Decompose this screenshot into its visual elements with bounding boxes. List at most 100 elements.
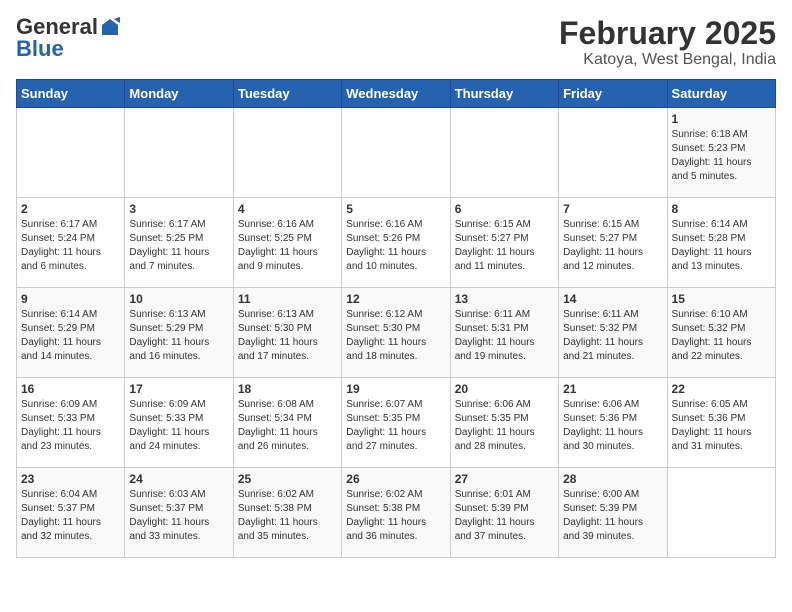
- day-number: 21: [563, 382, 662, 396]
- day-header: Sunday: [17, 80, 125, 108]
- day-info: Sunrise: 6:09 AM Sunset: 5:33 PM Dayligh…: [21, 398, 120, 454]
- calendar-week-row: 1Sunrise: 6:18 AM Sunset: 5:23 PM Daylig…: [17, 108, 776, 198]
- calendar-week-row: 16 Sunrise: 6:09 AM Sunset: 5:33 PM Dayli…: [17, 378, 776, 468]
- day-info: Sunrise: 6:12 AM Sunset: 5:30 PM Dayligh…: [346, 308, 445, 364]
- day-number: 16: [21, 382, 120, 396]
- day-number: 5: [346, 202, 445, 216]
- day-info: Sunrise: 6:08 AM Sunset: 5:34 PM Dayligh…: [238, 398, 337, 454]
- calendar-day-cell: 25 Sunrise: 6:02 AM Sunset: 5:38 PM Dayli…: [233, 468, 341, 558]
- day-info: Sunrise: 6:15 AM Sunset: 5:27 PM Dayligh…: [563, 218, 662, 274]
- day-header: Saturday: [667, 80, 775, 108]
- calendar-day-cell: 16 Sunrise: 6:09 AM Sunset: 5:33 PM Dayli…: [17, 378, 125, 468]
- day-info: Sunrise: 6:17 AM Sunset: 5:24 PM Dayligh…: [21, 218, 120, 274]
- day-number: 19: [346, 382, 445, 396]
- calendar-day-cell: 11 Sunrise: 6:13 AM Sunset: 5:30 PM Dayli…: [233, 288, 341, 378]
- day-info: Sunrise: 6:09 AM Sunset: 5:33 PM Dayligh…: [129, 398, 228, 454]
- day-number: 17: [129, 382, 228, 396]
- day-info: Sunrise: 6:11 AM Sunset: 5:32 PM Dayligh…: [563, 308, 662, 364]
- calendar-day-cell: 9Sunrise: 6:14 AM Sunset: 5:29 PM Daylig…: [17, 288, 125, 378]
- day-number: 7: [563, 202, 662, 216]
- day-info: Sunrise: 6:14 AM Sunset: 5:28 PM Dayligh…: [672, 218, 771, 274]
- header: General Blue February 2025 Katoya, West …: [16, 16, 776, 69]
- day-info: Sunrise: 6:06 AM Sunset: 5:36 PM Dayligh…: [563, 398, 662, 454]
- calendar-day-cell: 12Sunrise: 6:12 AM Sunset: 5:30 PM Dayli…: [342, 288, 450, 378]
- day-info: Sunrise: 6:00 AM Sunset: 5:39 PM Dayligh…: [563, 488, 662, 544]
- day-info: Sunrise: 6:15 AM Sunset: 5:27 PM Dayligh…: [455, 218, 554, 274]
- calendar-day-cell: [342, 108, 450, 198]
- calendar-week-row: 23 Sunrise: 6:04 AM Sunset: 5:37 PM Dayli…: [17, 468, 776, 558]
- day-info: Sunrise: 6:06 AM Sunset: 5:35 PM Dayligh…: [455, 398, 554, 454]
- calendar-week-row: 2 Sunrise: 6:17 AM Sunset: 5:24 PM Daylig…: [17, 198, 776, 288]
- calendar-day-cell: 18 Sunrise: 6:08 AM Sunset: 5:34 PM Dayli…: [233, 378, 341, 468]
- day-info: Sunrise: 6:14 AM Sunset: 5:29 PM Dayligh…: [21, 308, 120, 364]
- calendar-day-cell: 10 Sunrise: 6:13 AM Sunset: 5:29 PM Dayli…: [125, 288, 233, 378]
- calendar-day-cell: 13Sunrise: 6:11 AM Sunset: 5:31 PM Dayli…: [450, 288, 558, 378]
- calendar-day-cell: [559, 108, 667, 198]
- day-info: Sunrise: 6:04 AM Sunset: 5:37 PM Dayligh…: [21, 488, 120, 544]
- day-info: Sunrise: 6:02 AM Sunset: 5:38 PM Dayligh…: [346, 488, 445, 544]
- day-info: Sunrise: 6:01 AM Sunset: 5:39 PM Dayligh…: [455, 488, 554, 544]
- calendar-day-cell: 1Sunrise: 6:18 AM Sunset: 5:23 PM Daylig…: [667, 108, 775, 198]
- day-info: Sunrise: 6:03 AM Sunset: 5:37 PM Dayligh…: [129, 488, 228, 544]
- calendar-week-row: 9Sunrise: 6:14 AM Sunset: 5:29 PM Daylig…: [17, 288, 776, 378]
- calendar-table: SundayMondayTuesdayWednesdayThursdayFrid…: [16, 79, 776, 558]
- day-number: 6: [455, 202, 554, 216]
- day-info: Sunrise: 6:16 AM Sunset: 5:26 PM Dayligh…: [346, 218, 445, 274]
- calendar-day-cell: 4 Sunrise: 6:16 AM Sunset: 5:25 PM Daylig…: [233, 198, 341, 288]
- calendar-day-cell: 15 Sunrise: 6:10 AM Sunset: 5:32 PM Dayli…: [667, 288, 775, 378]
- calendar-day-cell: 27 Sunrise: 6:01 AM Sunset: 5:39 PM Dayli…: [450, 468, 558, 558]
- calendar-day-cell: 21 Sunrise: 6:06 AM Sunset: 5:36 PM Dayli…: [559, 378, 667, 468]
- day-header: Friday: [559, 80, 667, 108]
- day-number: 23: [21, 472, 120, 486]
- day-header: Wednesday: [342, 80, 450, 108]
- calendar-day-cell: [233, 108, 341, 198]
- calendar-day-cell: 3 Sunrise: 6:17 AM Sunset: 5:25 PM Daylig…: [125, 198, 233, 288]
- calendar-subtitle: Katoya, West Bengal, India: [559, 51, 776, 69]
- logo-icon: [100, 17, 120, 37]
- calendar-day-cell: 6 Sunrise: 6:15 AM Sunset: 5:27 PM Daylig…: [450, 198, 558, 288]
- calendar-day-cell: 22Sunrise: 6:05 AM Sunset: 5:36 PM Dayli…: [667, 378, 775, 468]
- day-number: 4: [238, 202, 337, 216]
- calendar-day-cell: 7 Sunrise: 6:15 AM Sunset: 5:27 PM Daylig…: [559, 198, 667, 288]
- day-header: Thursday: [450, 80, 558, 108]
- day-info: Sunrise: 6:16 AM Sunset: 5:25 PM Dayligh…: [238, 218, 337, 274]
- day-header: Tuesday: [233, 80, 341, 108]
- day-number: 25: [238, 472, 337, 486]
- day-number: 27: [455, 472, 554, 486]
- day-number: 8: [672, 202, 771, 216]
- calendar-day-cell: 2 Sunrise: 6:17 AM Sunset: 5:24 PM Daylig…: [17, 198, 125, 288]
- calendar-day-cell: [125, 108, 233, 198]
- calendar-day-cell: 28Sunrise: 6:00 AM Sunset: 5:39 PM Dayli…: [559, 468, 667, 558]
- calendar-day-cell: 14 Sunrise: 6:11 AM Sunset: 5:32 PM Dayli…: [559, 288, 667, 378]
- calendar-day-cell: 8 Sunrise: 6:14 AM Sunset: 5:28 PM Daylig…: [667, 198, 775, 288]
- day-info: Sunrise: 6:02 AM Sunset: 5:38 PM Dayligh…: [238, 488, 337, 544]
- calendar-title: February 2025: [559, 16, 776, 51]
- calendar-day-cell: 17 Sunrise: 6:09 AM Sunset: 5:33 PM Dayli…: [125, 378, 233, 468]
- calendar-day-cell: [17, 108, 125, 198]
- day-number: 3: [129, 202, 228, 216]
- calendar-day-cell: 23 Sunrise: 6:04 AM Sunset: 5:37 PM Dayli…: [17, 468, 125, 558]
- day-info: Sunrise: 6:05 AM Sunset: 5:36 PM Dayligh…: [672, 398, 771, 454]
- calendar-header-row: SundayMondayTuesdayWednesdayThursdayFrid…: [17, 80, 776, 108]
- day-number: 14: [563, 292, 662, 306]
- calendar-day-cell: 20 Sunrise: 6:06 AM Sunset: 5:35 PM Dayli…: [450, 378, 558, 468]
- day-number: 11: [238, 292, 337, 306]
- day-number: 15: [672, 292, 771, 306]
- day-info: Sunrise: 6:10 AM Sunset: 5:32 PM Dayligh…: [672, 308, 771, 364]
- day-info: Sunrise: 6:07 AM Sunset: 5:35 PM Dayligh…: [346, 398, 445, 454]
- day-info: Sunrise: 6:11 AM Sunset: 5:31 PM Dayligh…: [455, 308, 554, 364]
- day-number: 2: [21, 202, 120, 216]
- day-number: 18: [238, 382, 337, 396]
- day-number: 10: [129, 292, 228, 306]
- calendar-day-cell: 24Sunrise: 6:03 AM Sunset: 5:37 PM Dayli…: [125, 468, 233, 558]
- logo-general: General: [16, 16, 98, 38]
- day-info: Sunrise: 6:13 AM Sunset: 5:30 PM Dayligh…: [238, 308, 337, 364]
- day-header: Monday: [125, 80, 233, 108]
- day-number: 20: [455, 382, 554, 396]
- calendar-day-cell: 19 Sunrise: 6:07 AM Sunset: 5:35 PM Dayli…: [342, 378, 450, 468]
- day-info: Sunrise: 6:13 AM Sunset: 5:29 PM Dayligh…: [129, 308, 228, 364]
- logo: General Blue: [16, 16, 120, 60]
- day-info: Sunrise: 6:18 AM Sunset: 5:23 PM Dayligh…: [672, 128, 771, 184]
- calendar-day-cell: [450, 108, 558, 198]
- day-info: Sunrise: 6:17 AM Sunset: 5:25 PM Dayligh…: [129, 218, 228, 274]
